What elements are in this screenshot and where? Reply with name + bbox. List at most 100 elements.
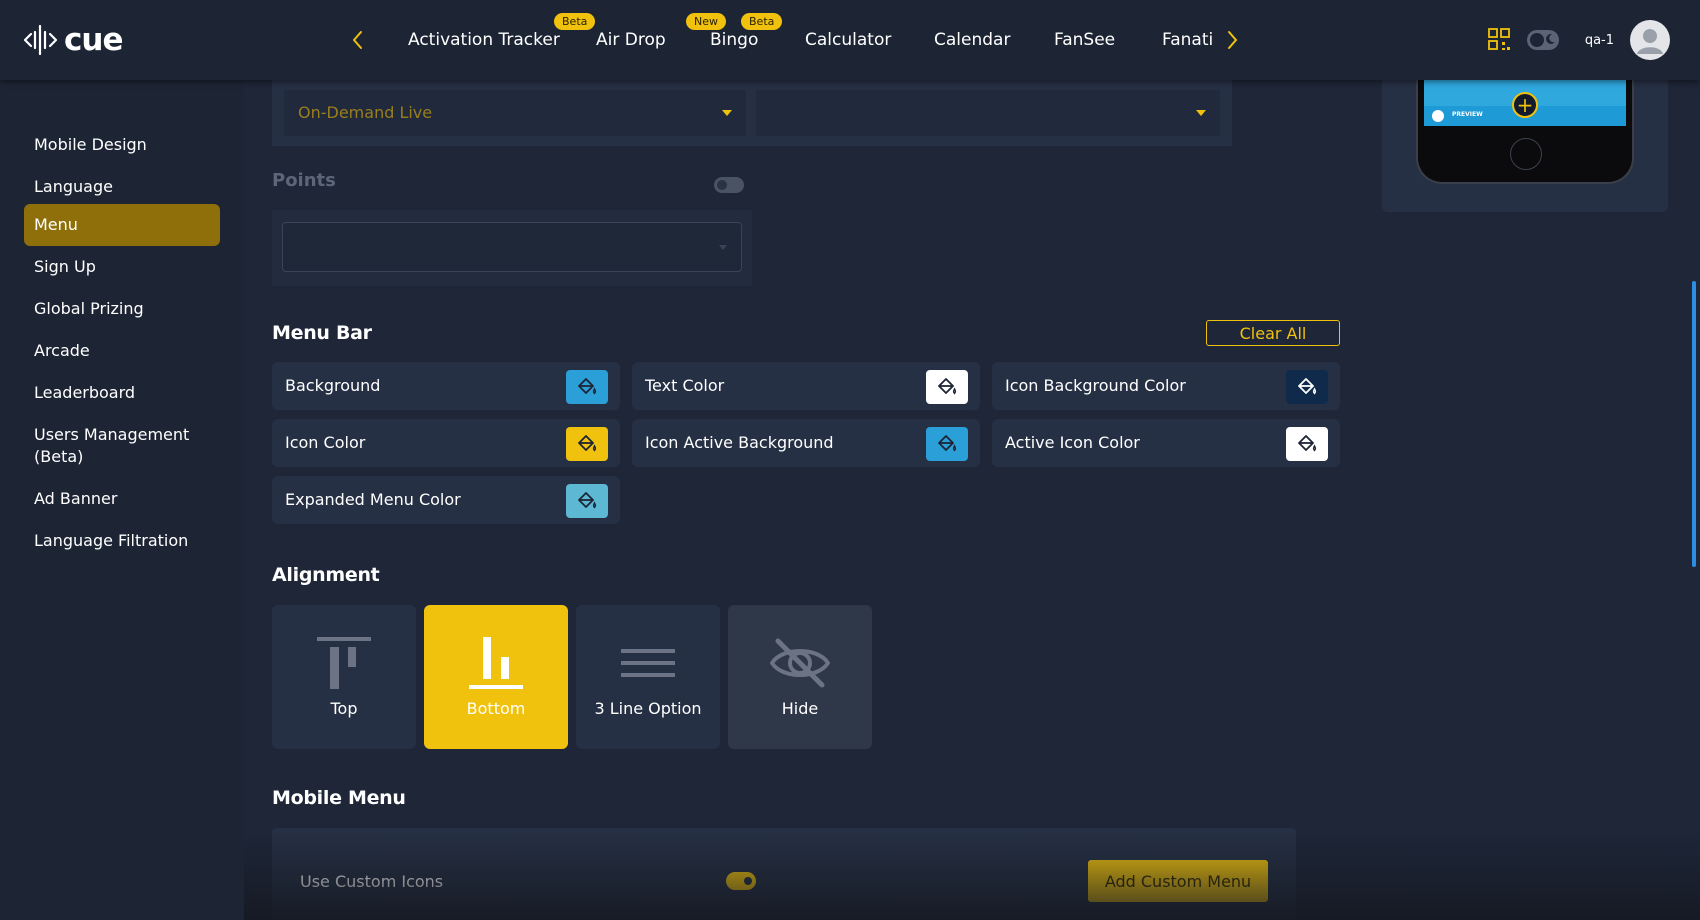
color-swatch-button[interactable] bbox=[926, 427, 968, 461]
toggle-knob bbox=[1529, 33, 1544, 47]
sidebar-item-global-prizing[interactable]: Global Prizing bbox=[24, 288, 220, 330]
color-swatch-button[interactable] bbox=[1286, 370, 1328, 404]
tab-label: Calculator bbox=[805, 30, 892, 50]
color-card-icon-active-background: Icon Active Background bbox=[632, 419, 980, 467]
sidebar-item-sign-up[interactable]: Sign Up bbox=[24, 246, 220, 288]
top-selects-panel: On-Demand Live bbox=[272, 80, 1232, 146]
logo-waveform-icon bbox=[24, 24, 58, 56]
toggle-knob bbox=[717, 180, 727, 190]
mode-select[interactable]: On-Demand Live bbox=[284, 90, 746, 136]
secondary-select[interactable] bbox=[756, 90, 1220, 136]
add-custom-menu-button[interactable]: Add Custom Menu bbox=[1088, 860, 1268, 902]
sidebar-item-menu[interactable]: Menu bbox=[24, 204, 220, 246]
alignment-option-label: 3 Line Option bbox=[594, 699, 702, 718]
color-label: Icon Color bbox=[285, 433, 366, 452]
paint-bucket-icon bbox=[578, 492, 597, 509]
alignment-option-label: Hide bbox=[781, 699, 819, 718]
alignment-bottom-option[interactable]: Bottom bbox=[424, 605, 568, 749]
tab-air-drop[interactable]: Air Drop bbox=[596, 30, 666, 50]
caret-down-icon bbox=[722, 110, 732, 116]
clear-all-button[interactable]: Clear All bbox=[1206, 320, 1340, 346]
tab-label: Calendar bbox=[934, 30, 1011, 50]
nav-next-button[interactable] bbox=[1222, 27, 1242, 53]
top-bar: cue Beta Activation Tracker Air Drop New… bbox=[0, 0, 1700, 80]
phone-home-button bbox=[1510, 138, 1542, 170]
paint-bucket-icon bbox=[578, 435, 597, 452]
points-panel bbox=[272, 210, 752, 286]
app-logo[interactable]: cue bbox=[24, 22, 123, 58]
three-line-icon bbox=[576, 633, 720, 693]
preview-watermark-text: PREVIEW bbox=[1452, 111, 1483, 118]
tab-calculator[interactable]: Calculator bbox=[805, 30, 891, 50]
tab-label: Activation Tracker bbox=[408, 30, 560, 50]
use-custom-icons-label: Use Custom Icons bbox=[300, 872, 444, 891]
points-toggle[interactable] bbox=[714, 177, 744, 193]
avatar[interactable] bbox=[1630, 20, 1670, 60]
top-right-controls: qa-1 bbox=[1487, 20, 1670, 60]
nav-prev-button[interactable] bbox=[348, 27, 368, 53]
color-label: Expanded Menu Color bbox=[285, 490, 461, 509]
sidebar-item-users-management[interactable]: Users Management (Beta) bbox=[24, 414, 220, 478]
tab-label: Air Drop bbox=[596, 30, 666, 50]
alignment-option-label: Bottom bbox=[466, 699, 526, 718]
color-card-background: Background bbox=[272, 362, 620, 410]
tab-label: Fanati bbox=[1162, 30, 1214, 50]
main-content: On-Demand Live Points Menu Bar Clear All… bbox=[244, 80, 1700, 920]
paint-bucket-icon bbox=[938, 435, 957, 452]
sidebar-item-ad-banner[interactable]: Ad Banner bbox=[24, 478, 220, 520]
theme-toggle[interactable] bbox=[1526, 30, 1559, 50]
page-scrollbar[interactable] bbox=[1692, 281, 1696, 567]
alignment-title: Alignment bbox=[272, 564, 380, 586]
tab-calendar[interactable]: Calendar bbox=[934, 30, 1010, 50]
color-label: Icon Background Color bbox=[1005, 376, 1186, 395]
alignment-top-option[interactable]: Top bbox=[272, 605, 416, 749]
sidebar-item-mobile-design[interactable]: Mobile Design bbox=[24, 124, 220, 166]
points-label: Points bbox=[272, 170, 336, 191]
sidebar-item-leaderboard[interactable]: Leaderboard bbox=[24, 372, 220, 414]
color-swatch-button[interactable] bbox=[566, 370, 608, 404]
paint-bucket-icon bbox=[578, 378, 597, 395]
caret-down-icon bbox=[1196, 110, 1206, 116]
alignment-three-line-option[interactable]: 3 Line Option bbox=[576, 605, 720, 749]
use-custom-icons-toggle[interactable] bbox=[726, 872, 756, 890]
phone-screen: PREVIEW + bbox=[1424, 80, 1626, 126]
align-bottom-icon bbox=[424, 633, 568, 693]
tool-tabs: Beta Activation Tracker Air Drop New Bet… bbox=[380, 0, 1220, 80]
qr-code-icon[interactable] bbox=[1487, 27, 1513, 53]
color-card-text-color: Text Color bbox=[632, 362, 980, 410]
menu-bar-title: Menu Bar bbox=[272, 322, 372, 344]
mobile-menu-panel: Use Custom Icons Add Custom Menu bbox=[272, 828, 1296, 920]
user-avatar-icon bbox=[1637, 29, 1663, 54]
caret-down-icon bbox=[719, 245, 727, 250]
color-card-expanded-menu-color: Expanded Menu Color bbox=[272, 476, 620, 524]
beta-badge: Beta bbox=[741, 13, 783, 30]
new-badge: New bbox=[686, 13, 726, 30]
tab-fansee[interactable]: FanSee bbox=[1054, 30, 1115, 50]
sidebar-item-language-filtration[interactable]: Language Filtration bbox=[24, 520, 220, 562]
color-swatch-button[interactable] bbox=[566, 427, 608, 461]
beta-badge: Beta bbox=[554, 13, 596, 30]
sidebar-item-arcade[interactable]: Arcade bbox=[24, 330, 220, 372]
preview-dot-icon bbox=[1432, 110, 1444, 122]
username: qa-1 bbox=[1584, 32, 1614, 48]
align-top-icon bbox=[272, 633, 416, 693]
sidebar-item-language[interactable]: Language bbox=[24, 166, 220, 208]
color-swatch-button[interactable] bbox=[926, 370, 968, 404]
mode-select-value: On-Demand Live bbox=[298, 103, 433, 122]
color-swatch-button[interactable] bbox=[566, 484, 608, 518]
color-swatch-button[interactable] bbox=[1286, 427, 1328, 461]
color-card-active-icon-color: Active Icon Color bbox=[992, 419, 1340, 467]
points-select[interactable] bbox=[282, 222, 742, 272]
color-card-icon-background-color: Icon Background Color bbox=[992, 362, 1340, 410]
mobile-menu-title: Mobile Menu bbox=[272, 787, 406, 809]
sidebar: Mobile Design Language Menu Sign Up Glob… bbox=[0, 80, 244, 920]
alignment-hide-option[interactable]: Hide bbox=[728, 605, 872, 749]
color-label: Background bbox=[285, 376, 381, 395]
color-card-icon-color: Icon Color bbox=[272, 419, 620, 467]
color-label: Active Icon Color bbox=[1005, 433, 1140, 452]
tab-bingo[interactable]: New Beta Bingo bbox=[686, 13, 783, 50]
phone-mockup: PREVIEW + bbox=[1416, 80, 1634, 184]
tab-activation-tracker[interactable]: Beta Activation Tracker bbox=[408, 13, 596, 50]
color-label: Text Color bbox=[645, 376, 725, 395]
tab-fanati[interactable]: Fanati bbox=[1162, 30, 1213, 50]
